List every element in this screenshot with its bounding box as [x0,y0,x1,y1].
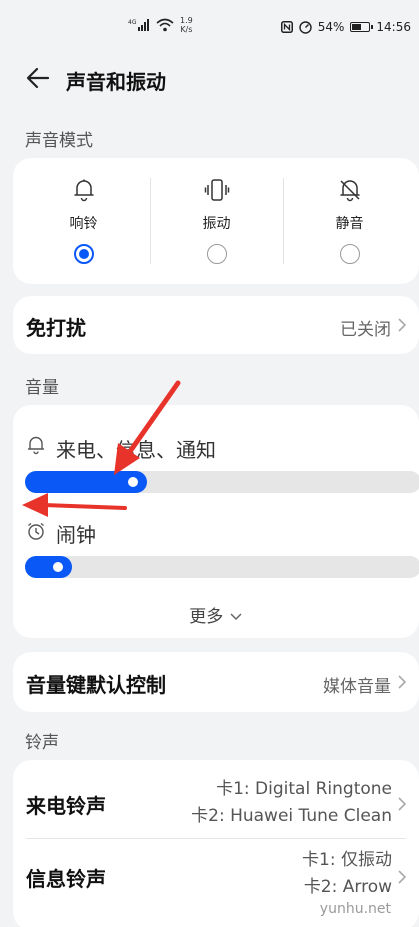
mode-vibrate[interactable]: 振动 [150,158,283,284]
svg-text:4G: 4G [128,19,137,26]
title-bar: 声音和振动 [0,58,419,98]
mode-ring-label: 响铃 [69,216,98,232]
sound-mode-section-label: 声音模式 [25,131,93,151]
message-ringtone-sim1: 卡1: 仅振动 [302,850,392,870]
volume-key-row[interactable]: 音量键默认控制 媒体音量 [13,652,419,712]
message-ringtone-sim2: 卡2: Arrow [303,877,392,897]
mode-vibrate-label: 振动 [202,216,231,232]
wifi-icon [156,18,174,32]
page-title: 声音和振动 [66,70,166,94]
ringtone-section-label: 铃声 [25,733,59,753]
chevron-right-icon [398,318,407,332]
dnd-row[interactable]: 免打扰 已关闭 [13,296,419,354]
nfc-icon [280,21,293,33]
watermark: yunhu.net [319,901,391,917]
more-button[interactable]: 更多 [13,602,419,627]
status-right: 54% 14:56 [280,20,411,34]
call-ringtone-value: 卡1: Digital Ringtone 卡2: Huawei Tune Cle… [191,776,392,830]
message-ringtone-value: 卡1: 仅振动 卡2: Arrow [302,847,392,901]
back-arrow-icon[interactable] [24,64,52,92]
speed-unit: K/s [180,25,193,34]
speed-value: 1.9 [180,16,193,25]
call-ringtone-sim2: 卡2: Huawei Tune Clean [191,806,392,826]
call-ringtone-row[interactable]: 来电铃声 卡1: Digital Ringtone 卡2: Huawei Tun… [13,764,419,844]
alarm-clock-icon [28,522,44,540]
mode-ring[interactable]: 响铃 [17,158,150,284]
alarm-volume-slider[interactable] [25,556,419,578]
chevron-right-icon [398,797,407,811]
speedometer-icon [299,20,312,34]
bell-icon [73,179,94,202]
chevron-right-icon [398,675,407,689]
mode-ring-radio[interactable] [73,244,94,264]
slider-thumb[interactable] [49,559,66,575]
mode-vibrate-radio[interactable] [206,244,227,264]
mode-silent-radio[interactable] [339,244,360,264]
more-label: 更多 [189,607,224,627]
status-bar: 4G 1.9 K/s 54% 14:56 [0,0,419,52]
clock: 14:56 [376,20,411,34]
mode-silent-label: 静音 [335,216,364,232]
battery-icon [350,22,374,32]
slider-thumb[interactable] [124,474,141,490]
volume-key-value: 媒体音量 [323,677,391,697]
alarm-volume-label: 闹钟 [56,523,96,547]
call-ringtone-title: 来电铃声 [26,794,106,818]
sound-mode-card: 响铃 振动 静音 [13,158,419,284]
status-left: 4G 1.9 K/s [128,16,193,34]
ring-volume-label: 来电、信息、通知 [56,438,216,462]
volume-key-title: 音量键默认控制 [26,673,166,697]
call-ringtone-sim1: 卡1: Digital Ringtone [216,779,392,799]
chevron-down-icon [230,613,242,621]
dnd-value: 已关闭 [340,320,391,340]
dnd-title: 免打扰 [26,316,86,340]
ring-volume-slider[interactable] [25,471,419,493]
battery-percent: 54% [317,20,345,34]
bell-icon [27,436,45,455]
bell-off-icon [339,180,360,202]
volume-card: 来电、信息、通知 闹钟 更多 [13,405,419,638]
network-speed: 1.9 K/s [180,16,193,34]
chevron-right-icon [398,870,407,884]
vibrate-icon [204,179,229,201]
signal-icon: 4G [128,19,149,31]
mode-silent[interactable]: 静音 [283,158,416,284]
volume-section-label: 音量 [25,378,59,398]
message-ringtone-title: 信息铃声 [26,867,106,891]
